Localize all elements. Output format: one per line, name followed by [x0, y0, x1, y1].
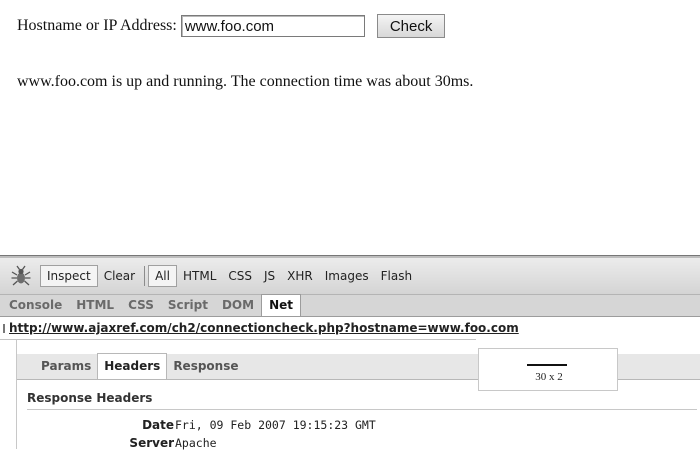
request-url-link[interactable]: http://www.ajaxref.com/ch2/connectionche… — [9, 321, 519, 335]
line-sample — [527, 364, 567, 366]
hostname-label: Hostname or IP Address: — [17, 17, 177, 34]
request-row[interactable]: http://www.ajaxref.com/ch2/connectionche… — [0, 317, 519, 340]
tab-html[interactable]: HTML — [69, 295, 121, 316]
check-button[interactable]: Check — [376, 14, 446, 38]
hostname-input[interactable] — [180, 15, 365, 37]
subtab-params[interactable]: Params — [35, 354, 97, 379]
web-page: Hostname or IP Address: Check www.foo.co… — [0, 0, 700, 255]
tab-dom[interactable]: DOM — [215, 295, 261, 316]
filter-xhr-button[interactable]: XHR — [281, 266, 319, 286]
result-message: www.foo.com is up and running. The conne… — [17, 73, 474, 90]
tab-console[interactable]: Console — [2, 295, 69, 316]
subtab-headers[interactable]: Headers — [97, 353, 168, 379]
header-row-server: Server Apache — [17, 436, 700, 454]
size-tooltip: 30 x 2 — [478, 348, 618, 391]
tooltip-text: 30 x 2 — [535, 371, 563, 383]
subtab-response[interactable]: Response — [167, 354, 244, 379]
tab-net[interactable]: Net — [261, 294, 301, 316]
filter-flash-button[interactable]: Flash — [375, 266, 418, 286]
firebug-toolbar: Inspect Clear All HTML CSS JS XHR Images… — [0, 258, 700, 295]
header-name: Date — [142, 418, 174, 432]
filter-images-button[interactable]: Images — [319, 266, 375, 286]
toolbar-separator — [144, 266, 146, 286]
collapse-icon[interactable] — [3, 323, 5, 333]
firebug-tabs: Console HTML CSS Script DOM Net — [0, 294, 700, 317]
filter-html-button[interactable]: HTML — [177, 266, 222, 286]
header-name: Server — [129, 436, 174, 450]
hostname-form: Hostname or IP Address: Check — [17, 14, 446, 38]
header-value: Fri, 09 Feb 2007 19:15:23 GMT — [175, 418, 376, 432]
header-value: Apache — [175, 436, 217, 450]
inspect-button[interactable]: Inspect — [40, 265, 98, 287]
tab-script[interactable]: Script — [161, 295, 215, 316]
filter-js-button[interactable]: JS — [258, 266, 281, 286]
tab-css[interactable]: CSS — [121, 295, 161, 316]
clear-button[interactable]: Clear — [98, 266, 141, 286]
firebug-icon[interactable] — [10, 265, 32, 287]
header-row-date: Date Fri, 09 Feb 2007 19:15:23 GMT — [17, 418, 700, 436]
response-headers-title: Response Headers — [27, 388, 697, 410]
filter-css-button[interactable]: CSS — [222, 266, 258, 286]
filter-all-button[interactable]: All — [148, 265, 177, 287]
